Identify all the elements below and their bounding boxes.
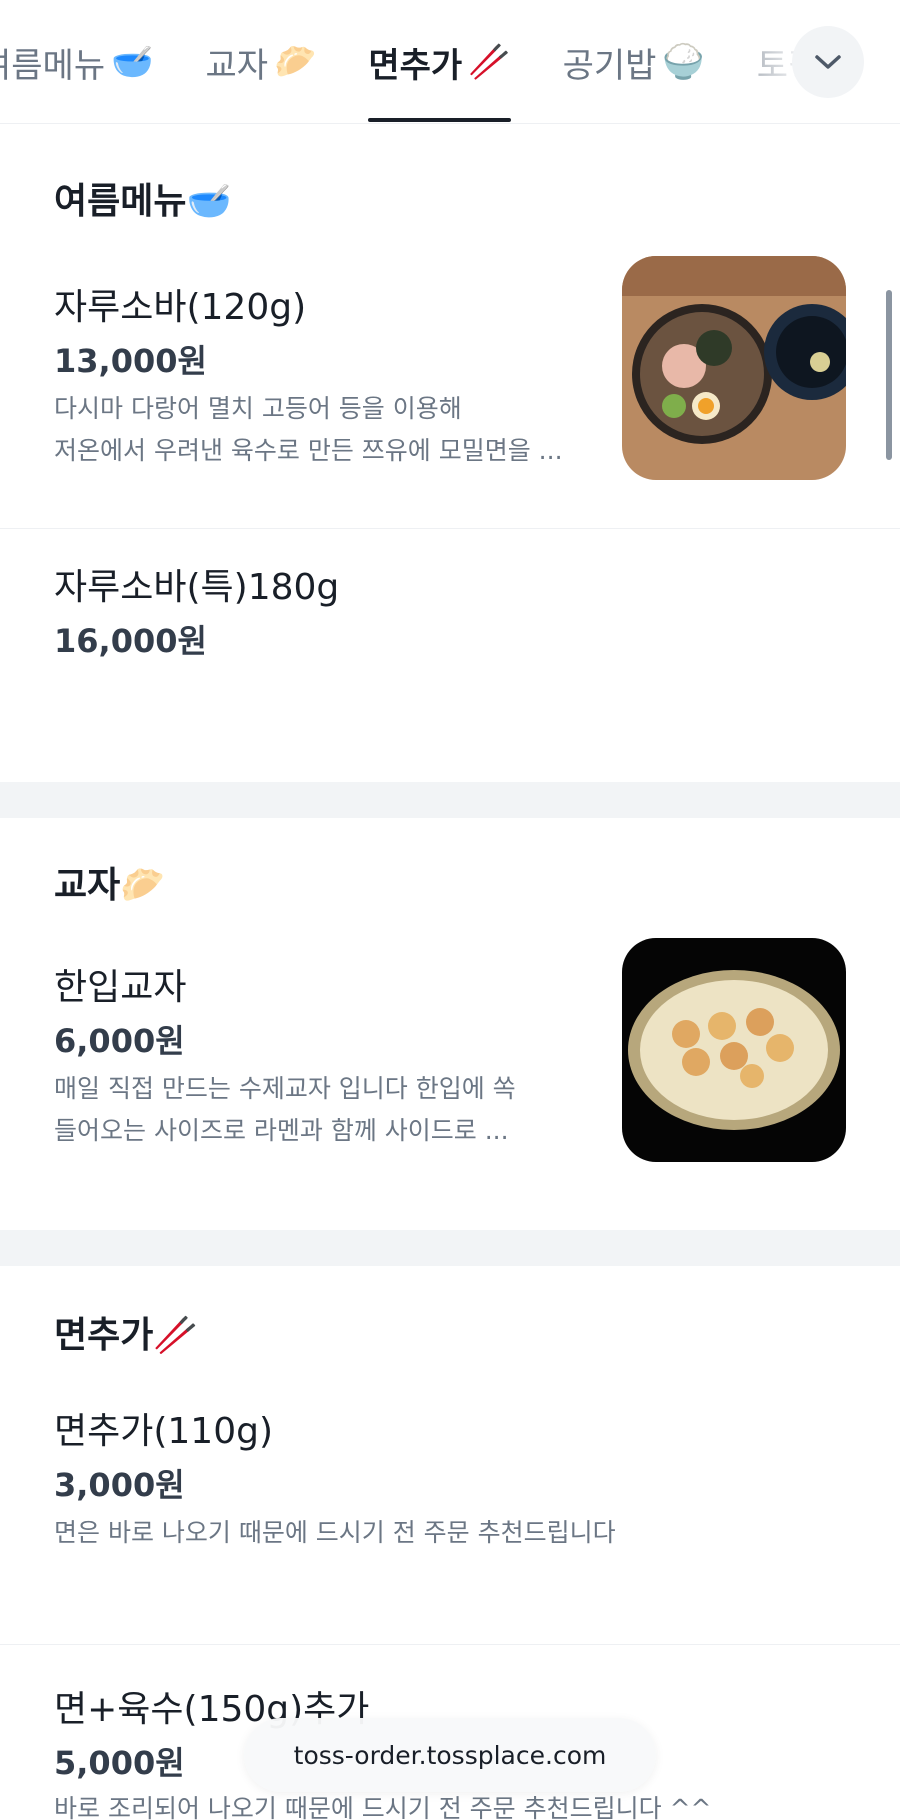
- divider: [0, 1644, 900, 1645]
- tab-noodle-extra[interactable]: 면추가 🥢: [368, 0, 511, 123]
- item-price: 16,000원: [54, 622, 207, 660]
- item-price: 3,000원: [54, 1466, 185, 1504]
- section-gap: [0, 1230, 900, 1266]
- tab-gyoza[interactable]: 교자 🥟: [205, 0, 317, 123]
- expand-categories-button[interactable]: [792, 26, 864, 98]
- url-bar[interactable]: toss-order.tossplace.com: [244, 1718, 656, 1792]
- item-name: 면추가(110g): [54, 1411, 274, 1452]
- item-name: 자루소바(특)180g: [54, 567, 340, 608]
- url-text: toss-order.tossplace.com: [293, 1740, 607, 1770]
- tab-summer-menu[interactable]: 여름메뉴🥣: [0, 0, 154, 123]
- section-summer-menu: 여름메뉴🥣 자루소바(120g) 13,000원 다시마 다랑어 멸치 고등어 …: [0, 132, 900, 782]
- item-name: 자루소바(120g): [54, 287, 307, 328]
- item-description: 바로 조리되어 나오기 때문에 드시기 전 주문 추천드립니다 ^^: [54, 1788, 834, 1820]
- scrollbar[interactable]: [886, 290, 892, 460]
- section-title: 교자🥟: [54, 865, 166, 906]
- item-description-line: 매일 직접 만드는 수제교자 입니다 한입에 쏙: [54, 1074, 516, 1103]
- zaru-soba-photo: [622, 256, 846, 480]
- section-gyoza: 교자🥟 한입교자 6,000원 매일 직접 만드는 수제교자 입니다 한입에 쏙…: [0, 818, 900, 1230]
- divider: [0, 528, 900, 529]
- item-description-line: 다시마 다랑어 멸치 고등어 등을 이용해: [54, 394, 462, 423]
- tab-rice[interactable]: 공기밥 🍚: [562, 0, 705, 123]
- menu-item[interactable]: 한입교자 6,000원 매일 직접 만드는 수제교자 입니다 한입에 쏙 들어오…: [0, 938, 900, 1206]
- item-description: 다시마 다랑어 멸치 고등어 등을 이용해 저온에서 우려낸 육수로 만든 쯔유…: [54, 388, 594, 472]
- item-description-line: 바로 조리되어 나오기 때문에 드시기 전 주문 추천드립니다 ^^: [54, 1794, 712, 1820]
- dumpling-icon: 🥟: [274, 42, 317, 82]
- item-price: 6,000원: [54, 1022, 185, 1060]
- gyoza-photo: [622, 938, 846, 1162]
- bowl-icon: 🥣: [111, 42, 154, 82]
- tab-label: 교자: [205, 45, 269, 86]
- category-tab-bar: 여름메뉴🥣 교자🥟 면추가🥢 공기밥🍚 토핑: [0, 0, 900, 124]
- item-price: 13,000원: [54, 342, 207, 380]
- chevron-down-icon: [815, 55, 841, 69]
- item-price: 5,000원: [54, 1744, 185, 1782]
- menu-item[interactable]: 면추가(110g) 3,000원 면은 바로 나오기 때문에 드시기 전 주문 …: [0, 1396, 900, 1646]
- tab-label: 공기밥: [562, 45, 657, 86]
- section-title: 면추가🥢: [54, 1315, 199, 1356]
- item-description: 매일 직접 만드는 수제교자 입니다 한입에 쏙 들어오는 사이즈로 라멘과 함…: [54, 1068, 594, 1152]
- rice-icon: 🍚: [662, 42, 705, 82]
- item-description-line: 면은 바로 나오기 때문에 드시기 전 주문 추천드립니다: [54, 1518, 616, 1547]
- menu-item[interactable]: 자루소바(특)180g 16,000원: [0, 532, 900, 732]
- item-name: 한입교자: [54, 967, 187, 1008]
- item-description-line: 들어오는 사이즈로 라멘과 함께 사이드로 ...: [54, 1116, 509, 1145]
- section-title: 여름메뉴🥣: [54, 181, 232, 222]
- tab-label: 면추가: [368, 45, 463, 86]
- tab-label: 여름메뉴: [0, 45, 106, 86]
- section-gap: [0, 782, 900, 818]
- item-description: 면은 바로 나오기 때문에 드시기 전 주문 추천드립니다: [54, 1512, 814, 1554]
- item-description-line: 저온에서 우려낸 육수로 만든 쯔유에 모밀면을 ...: [54, 436, 563, 465]
- chopsticks-icon: 🥢: [468, 42, 511, 82]
